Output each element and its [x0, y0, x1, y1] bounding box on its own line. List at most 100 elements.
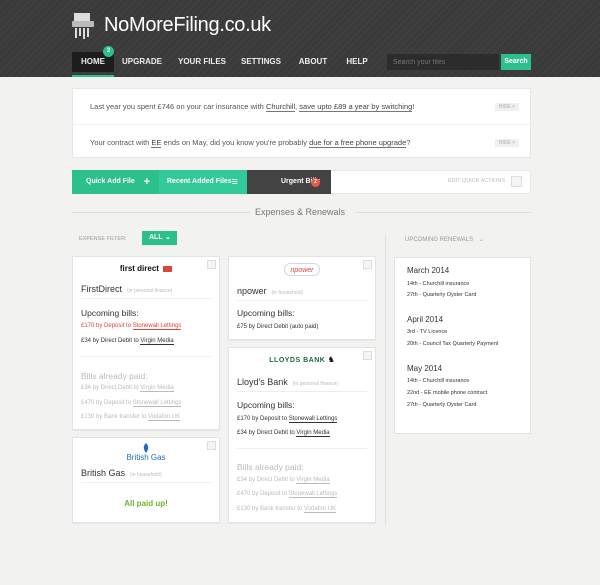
column-divider: [385, 234, 386, 525]
divider: [81, 356, 211, 357]
quick-add-file-button[interactable]: Quick Add File +: [72, 170, 159, 194]
bill-item: £34 by Direct Debit to Virgin Media: [237, 477, 330, 484]
hide-notice-button[interactable]: HIDE ×: [494, 103, 519, 111]
nav-upgrade[interactable]: UPGRADE: [118, 52, 166, 72]
filter-value: ALL: [149, 234, 163, 241]
renewal-item[interactable]: 14th - Churchill insurance: [407, 281, 469, 287]
nav-home-badge: 2: [103, 46, 114, 57]
renewal-item[interactable]: 27th - Quarterly Oyster Card: [407, 292, 476, 298]
recent-files-button[interactable]: Recent Added Files ≡: [159, 170, 247, 194]
renewals-title: UPCOMING RENEWALS: [405, 237, 474, 243]
expense-filter-select[interactable]: ALL ⌄: [142, 231, 177, 245]
nav-about[interactable]: ABOUT: [293, 52, 333, 72]
edit-icon[interactable]: [511, 176, 522, 187]
shredder-icon: [72, 13, 94, 39]
logo-text: British Gas: [126, 453, 166, 462]
card-title: FirstDirect (in personal finance): [81, 284, 172, 294]
nav-help[interactable]: HELP: [342, 52, 372, 72]
urgent-bills-button[interactable]: Urgent Bills 2: [247, 170, 331, 194]
payee-link[interactable]: Virgin Media: [296, 430, 330, 437]
divider: [237, 300, 367, 301]
bill-item: £170 by Deposit to Stonewall Lettings: [81, 323, 182, 330]
search-input[interactable]: [387, 54, 499, 70]
upcoming-bills-title: Upcoming bills:: [237, 308, 295, 318]
bill-item: £34 by Direct Debit to Virgin Media: [81, 385, 174, 392]
renewal-item[interactable]: 20th - Council Tax Quarterly Payment: [407, 341, 498, 347]
card-category: (in household): [271, 290, 304, 296]
expense-card-britishgas[interactable]: British Gas British Gas (in household) Al…: [72, 437, 220, 523]
card-name-text: FirstDirect: [81, 284, 122, 294]
payee-link[interactable]: Stonewall Lettings: [288, 491, 338, 498]
bill-item: £130 by Bank transfer to Vodafon UK: [237, 506, 337, 513]
renewal-item[interactable]: 14th - Churchill insurance: [407, 378, 469, 384]
quick-add-file-label: Quick Add File: [86, 178, 135, 185]
edit-quick-actions-link[interactable]: EDIT QUICK ACTIONS: [448, 178, 505, 184]
hide-notice-button[interactable]: HIDE ×: [494, 139, 519, 147]
divider: [81, 482, 211, 483]
notice-panel: Last year you spent £746 on your car ins…: [72, 88, 531, 158]
payee-link[interactable]: Virgin Media: [140, 338, 174, 345]
payee-link[interactable]: Stonewall Lettings: [132, 400, 182, 407]
expense-card-npower[interactable]: npower npower (in household) Upcoming bil…: [228, 256, 376, 340]
site-header: NoMoreFiling.co.uk HOME 2 UPGRADE YOUR F…: [0, 0, 600, 77]
expense-card-firstdirect[interactable]: first direct FirstDirect (in personal fin…: [72, 256, 220, 430]
upcoming-bills-title: Upcoming bills:: [81, 308, 139, 318]
chevron-down-icon: ⌄: [478, 237, 484, 243]
renewal-month: May 2014: [407, 364, 443, 373]
card-name-text: British Gas: [81, 468, 126, 478]
renewal-item[interactable]: 27th - Quarterly Oyster Card: [407, 402, 476, 408]
site-logo[interactable]: NoMoreFiling.co.uk: [104, 14, 271, 37]
search-button[interactable]: Search: [501, 54, 531, 70]
notice-insurance: Last year you spent £746 on your car ins…: [73, 89, 530, 124]
card-category: (in personal finance): [292, 381, 339, 387]
bill-item: £470 by Deposit to Stonewall Lettings: [237, 491, 338, 498]
save-link[interactable]: save upto £89 a year by switching: [299, 102, 413, 112]
payee-link[interactable]: Virgin Media: [296, 477, 330, 484]
bill-amount: £170 by Deposit to: [81, 323, 133, 329]
renewals-toggle[interactable]: UPCOMING RENEWALS ⌄: [405, 236, 484, 243]
card-category: (in household): [130, 472, 162, 478]
nav-settings[interactable]: SETTINGS: [238, 52, 284, 72]
payee-link[interactable]: Stonewall Lettings: [132, 323, 182, 330]
ee-link[interactable]: EE: [151, 138, 162, 148]
divider: [237, 391, 367, 392]
notice-text: !: [412, 102, 415, 111]
notice-text: ?: [406, 138, 411, 147]
renewal-month: April 2014: [407, 315, 444, 324]
upgrade-link[interactable]: due for a free phone upgrade: [309, 138, 407, 148]
firstdirect-logo: first direct: [73, 264, 219, 279]
paid-bills-title: Bills already paid:: [237, 462, 304, 472]
bill-amount: £470 by Deposit to: [81, 400, 133, 406]
card-title: Lloyd's Bank (in personal finance): [237, 377, 338, 387]
churchill-link[interactable]: Churchill: [265, 102, 296, 112]
renewal-item[interactable]: 22nd - EE mobile phone contract: [407, 390, 487, 396]
recent-files-label: Recent Added Files: [167, 178, 232, 185]
logo-badge: npower: [283, 263, 321, 276]
bill-amount: £130 by Bank transfer to: [237, 506, 305, 512]
nav-your-files[interactable]: YOUR FILES: [176, 52, 228, 72]
notice-text: Your contract with: [90, 138, 152, 147]
card-category: (in personal finance): [127, 288, 173, 294]
upcoming-bills-title: Upcoming bills:: [237, 400, 295, 410]
bill-item: £75 by Direct Debit (auto paid): [237, 324, 319, 330]
payee-link[interactable]: Stonewall Lettings: [288, 416, 338, 423]
card-title: British Gas (in household): [81, 468, 162, 478]
notice-text: Last year you spent £746 on your car ins…: [90, 102, 266, 111]
payee-link[interactable]: Vodafon UK: [304, 506, 337, 513]
plus-icon: +: [143, 176, 150, 188]
bill-amount: £34 by Direct Debit to: [237, 430, 297, 436]
notice-contract: Your contract with EE ends on May, did y…: [73, 124, 530, 159]
notice-text: ends on May, did you know you're probabl…: [161, 138, 310, 147]
chevron-down-icon: ⌄: [165, 234, 171, 241]
card-name-text: Lloyd's Bank: [237, 377, 288, 387]
horse-icon: ♞: [327, 355, 335, 364]
expense-card-lloyds[interactable]: LLOYDS BANK ♞ Lloyd's Bank (in personal f…: [228, 347, 376, 523]
bill-amount: £130 by Bank transfer to: [81, 414, 149, 420]
filter-label: EXPENSE FILTER:: [79, 236, 127, 242]
payee-link[interactable]: Virgin Media: [140, 385, 174, 392]
bill-amount: £34 by Direct Debit to: [81, 338, 141, 344]
divider: [355, 212, 531, 213]
renewals-card: March 2014 14th - Churchill insurance 27…: [394, 257, 531, 434]
renewal-item[interactable]: 3rd - TV Licence: [407, 329, 447, 335]
payee-link[interactable]: Vodafon UK: [148, 414, 181, 421]
